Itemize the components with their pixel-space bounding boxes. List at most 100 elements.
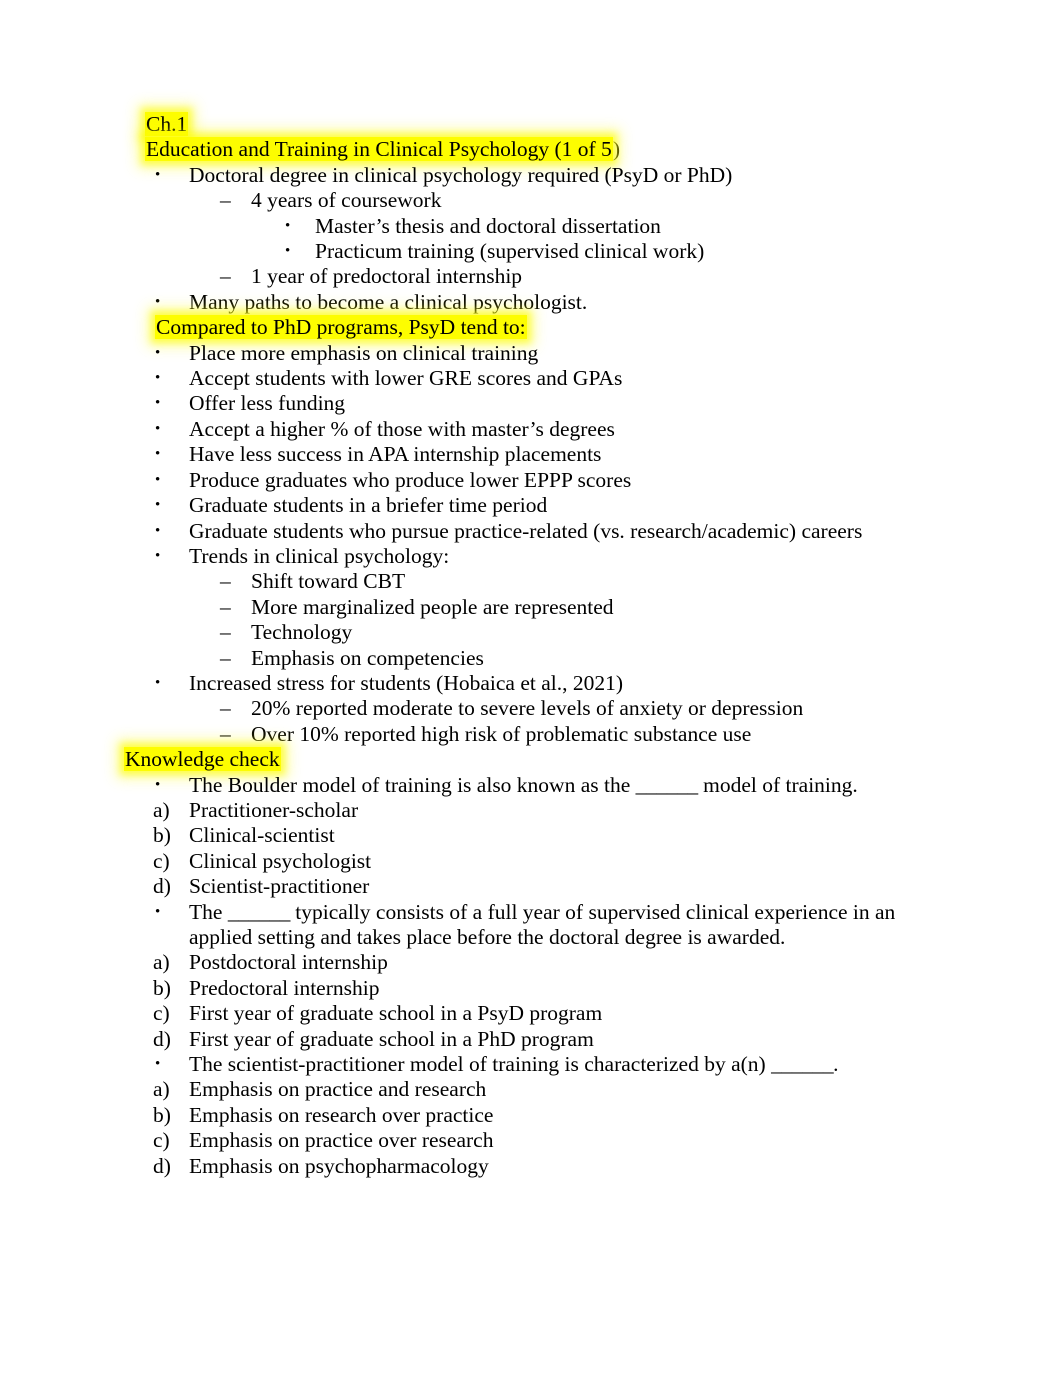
answer-option[interactable]: b) Predoctoral internship <box>0 976 1062 1001</box>
list-item: • Master’s thesis and doctoral dissertat… <box>0 214 1062 239</box>
list-item-label: 4 years of coursework <box>251 188 442 213</box>
bullet-icon: • <box>155 674 161 691</box>
bullet-icon: • <box>155 903 161 920</box>
dash-icon: – <box>220 264 231 289</box>
list-item: • Produce graduates who produce lower EP… <box>0 468 1062 493</box>
list-item: • Graduate students who pursue practice-… <box>0 519 1062 544</box>
question-text: The scientist-practitioner model of trai… <box>189 1052 959 1077</box>
answer-option[interactable]: d) First year of graduate school in a Ph… <box>0 1027 1062 1052</box>
answer-option[interactable]: b) Clinical-scientist <box>0 823 1062 848</box>
section-heading-psyd-vs-phd: Compared to PhD programs, PsyD tend to: <box>155 315 527 340</box>
dash-icon: – <box>220 188 231 213</box>
answer-option-label: Predoctoral internship <box>189 975 380 1000</box>
question-prompt: • The ______ typically consists of a ful… <box>0 900 1062 951</box>
question-text: The Boulder model of training is also kn… <box>189 773 959 798</box>
question-blank: ______ <box>771 1052 834 1077</box>
dash-icon: – <box>220 594 231 619</box>
list-item-label: Increased stress for students (Hobaica e… <box>189 670 624 695</box>
answer-option-label: Emphasis on practice and research <box>189 1077 487 1102</box>
list-item: – 20% reported moderate to severe levels… <box>0 696 1062 721</box>
answer-option-label: Emphasis on practice over research <box>189 1128 494 1153</box>
list-item-label: Produce graduates who produce lower EPPP… <box>189 467 632 492</box>
list-item: – Shift toward CBT <box>0 569 1062 594</box>
knowledge-check-heading-line: Knowledge check <box>0 747 1062 772</box>
bullet-icon: • <box>155 471 161 488</box>
answer-option[interactable]: a) Practitioner-scholar <box>0 798 1062 823</box>
list-item: • Graduate students in a briefer time pe… <box>0 493 1062 518</box>
list-item-label: Trends in clinical psychology: <box>189 543 450 568</box>
answer-option[interactable]: d) Scientist-practitioner <box>0 874 1062 899</box>
answer-option[interactable]: c) Emphasis on practice over research <box>0 1128 1062 1153</box>
slide-title: Education and Training in Clinical Psych… <box>145 137 613 162</box>
list-item-label: Over 10% reported high risk of problemat… <box>251 721 752 746</box>
list-item-label: Shift toward CBT <box>251 569 406 594</box>
list-item-label: Practicum training (supervised clinical … <box>315 239 705 264</box>
answer-option-marker: d) <box>153 1026 171 1051</box>
answer-option-marker: b) <box>153 1102 171 1127</box>
answer-option[interactable]: c) Clinical psychologist <box>0 849 1062 874</box>
answer-option-label: Clinical psychologist <box>189 848 372 873</box>
list-item-label: Accept students with lower GRE scores an… <box>189 366 623 391</box>
answer-option-marker: a) <box>153 797 170 822</box>
document-page: Ch.1 Education and Training in Clinical … <box>0 0 1062 1377</box>
dash-icon: – <box>220 620 231 645</box>
list-item: • Accept students with lower GRE scores … <box>0 366 1062 391</box>
list-item-label: Place more emphasis on clinical training <box>189 340 539 365</box>
list-item-label: Graduate students who pursue practice-re… <box>189 518 863 543</box>
list-item-label: Master’s thesis and doctoral dissertatio… <box>315 213 661 238</box>
bullet-icon: • <box>155 446 161 463</box>
question-prompt: • The Boulder model of training is also … <box>0 773 1062 798</box>
bullet-icon: • <box>155 522 161 539</box>
bullet-icon: • <box>155 420 161 437</box>
question-blank: ______ <box>227 899 291 924</box>
answer-option-marker: c) <box>153 1128 170 1153</box>
list-item: – 1 year of predoctoral internship <box>0 264 1062 289</box>
question-text-before: The <box>189 899 228 924</box>
list-item: • Have less success in APA internship pl… <box>0 442 1062 467</box>
slide-title-tail: ) <box>612 137 620 162</box>
list-item-label: More marginalized people are represented <box>251 594 614 619</box>
slide-title-line: Education and Training in Clinical Psych… <box>0 137 1062 162</box>
list-item-label: Graduate students in a briefer time peri… <box>189 493 548 518</box>
bullet-icon: • <box>155 1056 161 1073</box>
bullet-icon: • <box>285 217 291 234</box>
list-item: • Place more emphasis on clinical traini… <box>0 341 1062 366</box>
answer-option[interactable]: a) Emphasis on practice and research <box>0 1077 1062 1102</box>
list-item: – Emphasis on competencies <box>0 646 1062 671</box>
list-item-label: Many paths to become a clinical psycholo… <box>189 289 588 314</box>
question-prompt: • The scientist-practitioner model of tr… <box>0 1052 1062 1077</box>
bullet-icon: • <box>155 166 161 183</box>
answer-option-label: Emphasis on research over practice <box>189 1102 494 1127</box>
answer-option[interactable]: c) First year of graduate school in a Ps… <box>0 1001 1062 1026</box>
answer-option-label: Emphasis on psychopharmacology <box>189 1153 489 1178</box>
list-item-label: Emphasis on competencies <box>251 645 484 670</box>
answer-option[interactable]: b) Emphasis on research over practice <box>0 1103 1062 1128</box>
answer-option-label: Clinical-scientist <box>189 823 335 848</box>
answer-option-marker: a) <box>153 950 170 975</box>
question-text-before: The Boulder model of training is also kn… <box>189 772 636 797</box>
answer-option-label: Postdoctoral internship <box>189 950 388 975</box>
bullet-icon: • <box>155 497 161 514</box>
answer-option[interactable]: a) Postdoctoral internship <box>0 950 1062 975</box>
answer-option[interactable]: d) Emphasis on psychopharmacology <box>0 1154 1062 1179</box>
question-text: The ______ typically consists of a full … <box>189 900 959 951</box>
answer-option-marker: b) <box>153 823 171 848</box>
list-item: • Offer less funding <box>0 391 1062 416</box>
question-text-before: The scientist-practitioner model of trai… <box>189 1052 772 1077</box>
list-item: • Accept a higher % of those with master… <box>0 417 1062 442</box>
bullet-icon: • <box>155 547 161 564</box>
list-item-label: Offer less funding <box>189 391 346 416</box>
question-text-after: model of training. <box>697 772 858 797</box>
answer-option-label: First year of graduate school in a PsyD … <box>189 1001 603 1026</box>
bullet-icon: • <box>155 395 161 412</box>
answer-option-label: First year of graduate school in a PhD p… <box>189 1026 594 1051</box>
answer-option-label: Practitioner-scholar <box>189 797 359 822</box>
knowledge-check-heading: Knowledge check <box>124 747 281 772</box>
answer-option-marker: a) <box>153 1077 170 1102</box>
list-item: • Doctoral degree in clinical psychology… <box>0 163 1062 188</box>
list-item: – Over 10% reported high risk of problem… <box>0 722 1062 747</box>
answer-option-marker: c) <box>153 1001 170 1026</box>
list-item: • Many paths to become a clinical psycho… <box>0 290 1062 315</box>
answer-option-marker: d) <box>153 874 171 899</box>
list-item: • Increased stress for students (Hobaica… <box>0 671 1062 696</box>
